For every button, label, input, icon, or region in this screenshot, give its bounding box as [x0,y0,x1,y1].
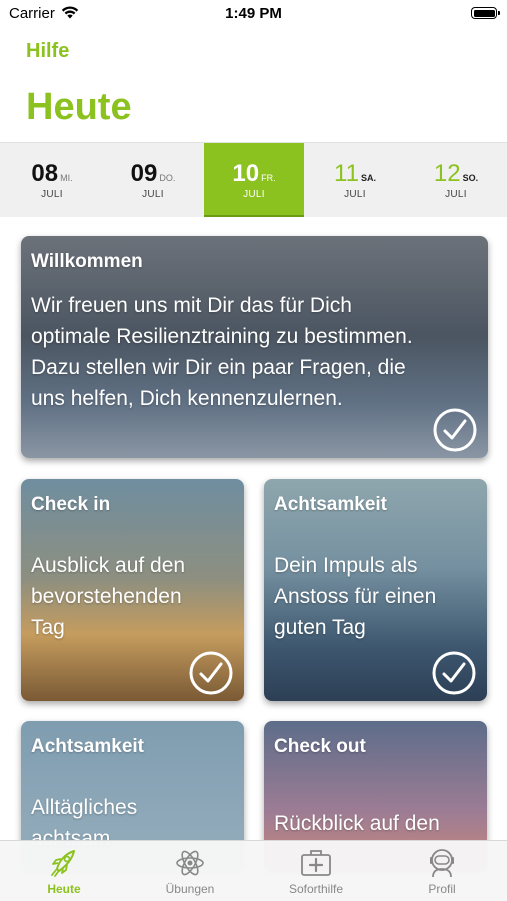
checkmark-icon [189,651,233,695]
date-number: 09 [130,160,158,187]
date-weekday: FR. [261,173,276,183]
tab-label: Heute [47,882,81,896]
card-willkommen[interactable]: Willkommen Wir freuen uns mit Dir das fü… [21,236,488,458]
date-month: JULI [142,189,164,200]
date-item[interactable]: 12 SO. JULI [406,143,506,217]
date-weekday: DO. [159,173,176,183]
atom-icon [176,850,204,876]
card-title: Check in [31,494,111,515]
date-weekday: SO. [462,173,479,183]
card-title: Achtsamkeit [274,494,387,515]
tab-heute[interactable]: Heute [1,841,127,901]
card-text: Rückblick auf den [274,812,440,835]
date-weekday: SA. [360,173,376,183]
tab-label: Soforthilfe [288,882,344,896]
date-item[interactable]: 11 SA. JULI [305,143,405,217]
checkmark-icon [433,408,477,452]
status-bar: Carrier 1:49 PM [0,0,507,30]
date-number: 08 [31,160,59,187]
first-aid-kit-icon [301,850,331,876]
card-title: Check out [274,736,366,757]
help-link[interactable]: Hilfe [26,40,69,63]
date-number: 12 [433,160,461,187]
tab-label: Profil [428,882,456,896]
date-item[interactable]: 09 DO. JULI [103,143,203,217]
date-month: JULI [344,189,366,200]
date-item[interactable]: 08 MI. JULI [2,143,102,217]
checkmark-icon [432,651,476,695]
tab-uebungen[interactable]: Übungen [127,841,253,901]
page-title: Heute [26,86,132,128]
card-text: Dein Impuls als Anstoss für einen guten … [274,554,437,639]
tab-profil[interactable]: Profil [379,841,505,901]
clock: 1:49 PM [225,5,282,22]
battery-icon [471,7,500,19]
date-month: JULI [243,189,265,200]
date-weekday: MI. [60,173,73,183]
tab-bar: Heute Übungen Soforthilfe Profil [0,840,507,901]
date-month: JULI [445,189,467,200]
tab-soforthilfe[interactable]: Soforthilfe [253,841,379,901]
tab-label: Übungen [165,882,215,896]
card-achtsamkeit[interactable]: Achtsamkeit Dein Impuls als Anstoss für … [264,479,487,701]
card-text: Ausblick auf den bevorstehenden Tag [31,554,186,639]
date-number: 10 [232,160,260,187]
date-month: JULI [41,189,63,200]
astronaut-icon [430,849,454,878]
card-text: Wir freuen uns mit Dir das für Dich opti… [31,294,413,410]
date-strip: 08 MI. JULI 09 DO. JULI 10 FR. JULI 11 SA. J… [0,142,507,217]
card-title: Willkommen [31,251,143,272]
rocket-icon [51,850,75,877]
card-check-in[interactable]: Check in Ausblick auf den bevorstehenden… [21,479,244,701]
date-number: 11 [334,160,359,187]
card-title: Achtsamkeit [31,736,144,757]
date-item-selected[interactable]: 10 FR. JULI [204,143,304,217]
